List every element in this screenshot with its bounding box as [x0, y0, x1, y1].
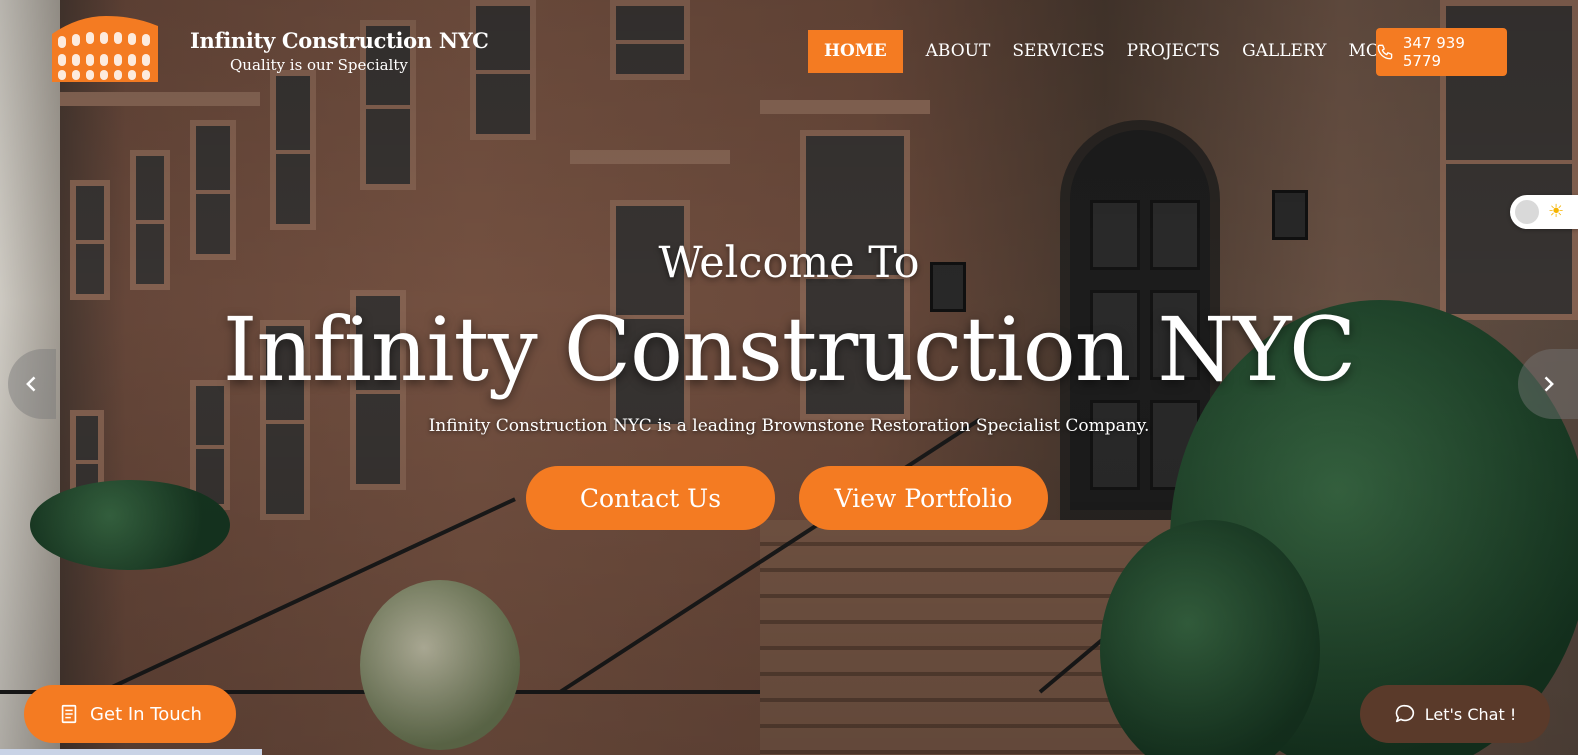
hero-headline: Infinity Construction NYC	[222, 298, 1357, 401]
phone-icon	[1377, 44, 1393, 60]
main-nav: HOME ABOUT SERVICES PROJECTS GALLERY MOR…	[808, 30, 1416, 73]
colosseum-icon[interactable]	[48, 12, 163, 90]
contact-us-button[interactable]: Contact Us	[526, 466, 775, 530]
nav-item-gallery[interactable]: GALLERY	[1231, 30, 1337, 73]
sun-icon: ☀	[1548, 201, 1565, 222]
get-in-touch-label: Get In Touch	[90, 703, 202, 725]
get-in-touch-button[interactable]: Get In Touch	[24, 685, 236, 743]
nav-item-about[interactable]: ABOUT	[915, 30, 1002, 73]
hero-welcome: Welcome To	[658, 238, 920, 288]
hero-subline: Infinity Construction NYC is a leading B…	[428, 416, 1150, 436]
toggle-knob	[1515, 200, 1539, 224]
nav-item-services[interactable]: SERVICES	[1001, 30, 1115, 73]
theme-toggle[interactable]: ☀	[1510, 195, 1578, 229]
nav-item-home[interactable]: HOME	[808, 30, 903, 73]
brand-name[interactable]: Infinity Construction NYC	[190, 28, 489, 53]
chevron-left-icon	[26, 376, 36, 392]
chat-button[interactable]: Let's Chat !	[1360, 685, 1550, 743]
bottom-strip	[0, 749, 262, 755]
phone-number: 347 939 5779	[1402, 34, 1465, 70]
chat-bubble-icon	[1395, 704, 1414, 723]
form-icon	[61, 704, 77, 724]
brand-tagline: Quality is our Specialty	[230, 56, 408, 74]
view-portfolio-button[interactable]: View Portfolio	[799, 466, 1048, 530]
nav-item-projects[interactable]: PROJECTS	[1116, 30, 1231, 73]
phone-button[interactable]: 347 939 5779	[1376, 28, 1507, 76]
chevron-right-icon	[1544, 376, 1554, 392]
chat-label: Let's Chat !	[1424, 704, 1517, 724]
